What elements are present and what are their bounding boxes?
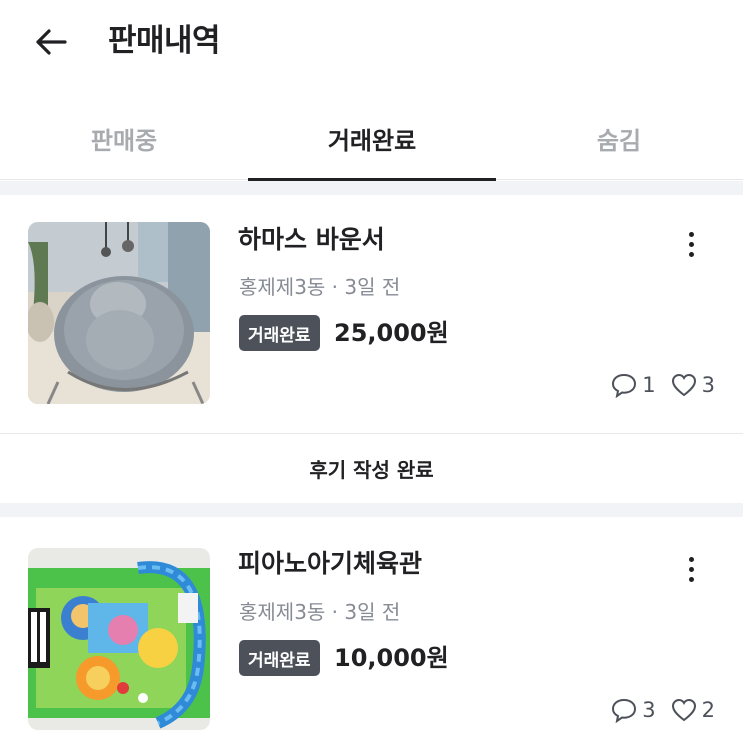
heart-icon	[671, 373, 696, 397]
status-badge: 거래완료	[239, 315, 320, 351]
status-badge: 거래완료	[239, 640, 320, 676]
like-count: 3	[701, 373, 715, 397]
item-thumbnail[interactable]	[28, 548, 210, 730]
dot-icon	[688, 241, 694, 247]
like-count: 2	[701, 698, 715, 722]
section-divider	[0, 503, 743, 517]
item-stats: 3 2	[610, 697, 715, 723]
tab-bar: 판매중 거래완료 숨김	[0, 96, 743, 182]
dot-icon	[688, 556, 694, 562]
dot-icon	[688, 576, 694, 582]
tab-completed[interactable]: 거래완료	[248, 96, 496, 182]
list-item[interactable]: 피아노아기체육관 홍제제3동 · 3일 전 거래완료 10,000원 3 2	[0, 517, 743, 756]
section-divider	[0, 181, 743, 195]
dot-icon	[688, 231, 694, 237]
header: 판매내역	[0, 0, 743, 88]
list-item[interactable]: 하마스 바운서 홍제제3동 · 3일 전 거래완료 25,000원 1 3	[0, 195, 743, 433]
chat-count: 3	[642, 698, 656, 722]
more-options-button[interactable]	[676, 549, 706, 589]
item-location-time: 홍제제3동 · 3일 전	[239, 275, 401, 299]
chat-bubble-icon	[612, 698, 637, 723]
review-button[interactable]: 후기 작성 완료	[0, 433, 743, 503]
tab-hidden[interactable]: 숨김	[495, 96, 743, 180]
item-title[interactable]: 피아노아기체육관	[238, 547, 422, 581]
item-price: 25,000원	[334, 319, 449, 347]
dot-icon	[688, 251, 694, 257]
heart-icon	[671, 698, 696, 722]
arrow-left-icon	[36, 29, 67, 55]
more-options-button[interactable]	[676, 224, 706, 264]
item-price: 10,000원	[334, 644, 449, 672]
item-title[interactable]: 하마스 바운서	[238, 223, 385, 257]
chat-bubble-icon	[612, 373, 637, 398]
item-location-time: 홍제제3동 · 3일 전	[239, 600, 401, 624]
dot-icon	[688, 566, 694, 572]
back-button[interactable]	[30, 22, 72, 62]
item-stats: 1 3	[610, 372, 715, 398]
page-title: 판매내역	[108, 23, 221, 59]
tab-selling[interactable]: 판매중	[0, 96, 248, 180]
item-thumbnail[interactable]	[28, 222, 210, 404]
chat-count: 1	[642, 373, 656, 397]
